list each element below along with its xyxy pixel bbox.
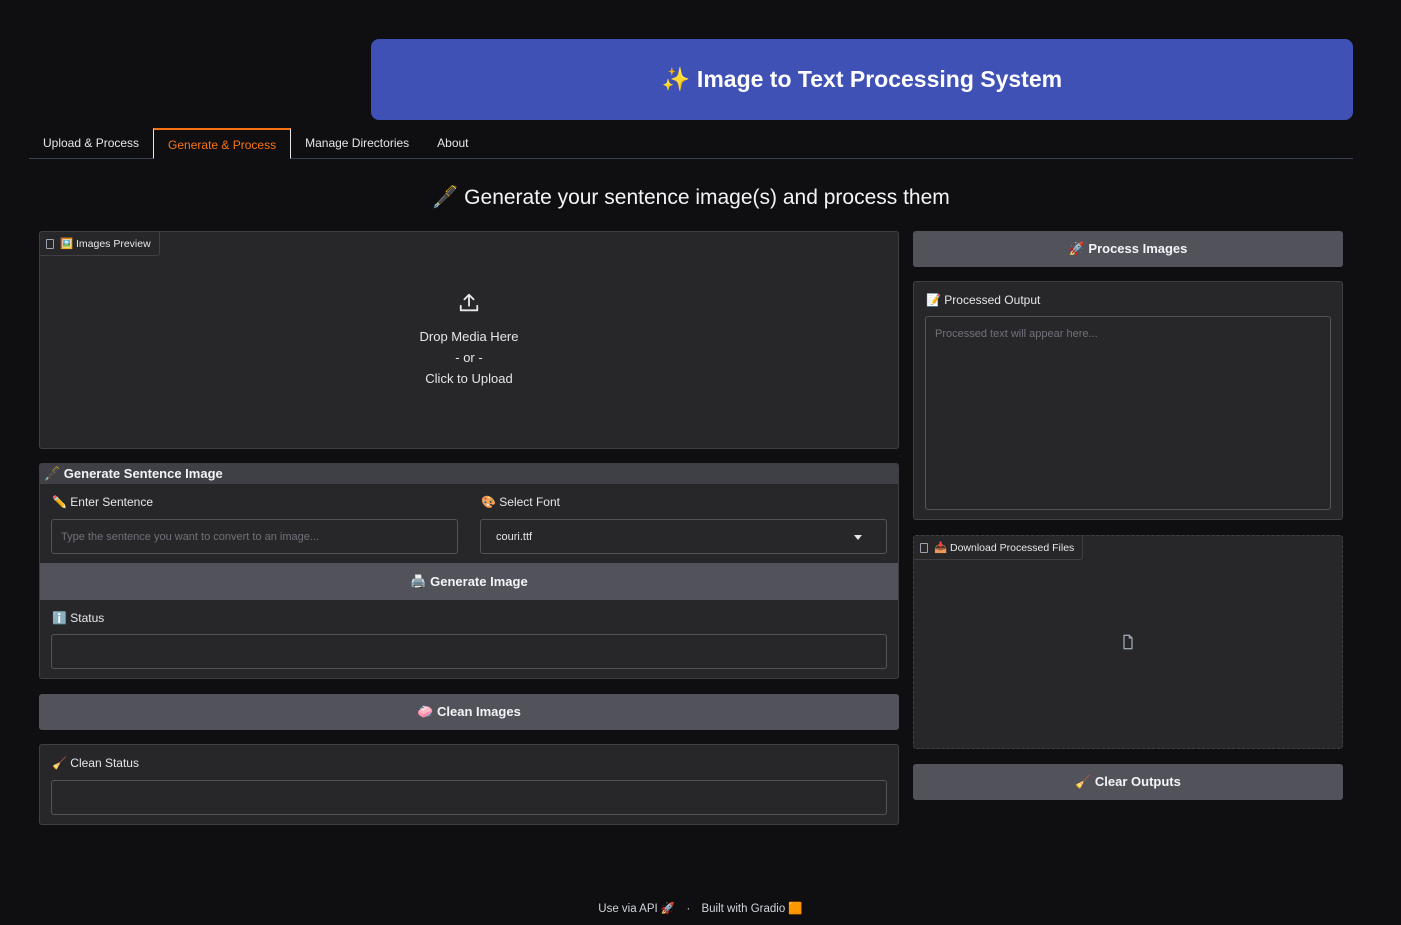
footer: Use via API 🚀 · Built with Gradio 🟧 [0, 901, 1401, 915]
chevron-down-icon [854, 535, 862, 540]
images-preview-label: 🖼️ Images Preview [60, 238, 151, 250]
app-title: ✨ Image to Text Processing System [661, 66, 1063, 92]
use-via-api-link[interactable]: Use via API 🚀 [598, 903, 675, 915]
generate-sentence-header: 🖋️ Generate Sentence Image [40, 464, 898, 484]
processed-output-textarea[interactable]: Processed text will appear here... [925, 316, 1331, 510]
clean-status-panel: 🧹 Clean Status [39, 744, 899, 825]
processed-output-panel: 📝 Processed Output Processed text will a… [913, 281, 1343, 520]
select-font-label: 🎨 Select Font [481, 495, 560, 509]
click-upload-text: Click to Upload [425, 371, 513, 386]
tab-bar: Upload & Process Generate & Process Mana… [29, 128, 1353, 159]
or-text: - or - [455, 350, 483, 365]
drop-media-text: Drop Media Here [419, 329, 519, 344]
tab-upload-process[interactable]: Upload & Process [29, 128, 153, 159]
tab-about[interactable]: About [423, 128, 482, 159]
font-select-value: couri.ttf [496, 530, 533, 543]
download-label: 📥 Download Processed Files [934, 542, 1075, 554]
processed-output-label: 📝 Processed Output [926, 293, 1041, 307]
clear-outputs-button[interactable]: 🧹 Clear Outputs [913, 764, 1343, 800]
status-label: ℹ️ Status [52, 611, 105, 625]
page-subtitle: 🖋️ Generate your sentence image(s) and p… [432, 186, 950, 209]
status-field[interactable] [51, 634, 887, 669]
generate-image-button[interactable]: 🖨️ Generate Image [40, 563, 898, 600]
built-with-gradio-link[interactable]: Built with Gradio 🟧 [701, 903, 802, 915]
tab-generate-process[interactable]: Generate & Process [153, 128, 292, 159]
download-files-dropzone[interactable]: 📥 Download Processed Files [913, 535, 1343, 749]
download-label-chip: 📥 Download Processed Files [914, 536, 1084, 560]
file-placeholder-icon [1123, 634, 1133, 650]
images-preview-label-chip: 🖼️ Images Preview [40, 232, 160, 256]
images-preview-dropzone[interactable]: 🖼️ Images Preview Drop Media Here - or -… [39, 231, 899, 449]
upload-zone[interactable]: Drop Media Here - or - Click to Upload [40, 292, 898, 389]
sentence-input[interactable]: Type the sentence you want to convert to… [51, 519, 458, 554]
clean-status-label: 🧹 Clean Status [52, 756, 139, 770]
upload-icon [459, 293, 479, 312]
processed-output-placeholder: Processed text will appear here... [935, 328, 1098, 340]
generate-sentence-panel: 🖋️ Generate Sentence Image ✏️ Enter Sent… [39, 463, 899, 679]
clean-status-field[interactable] [51, 780, 887, 815]
footer-separator: · [686, 903, 691, 915]
process-images-button[interactable]: 🚀 Process Images [913, 231, 1343, 267]
sentence-input-placeholder: Type the sentence you want to convert to… [61, 530, 320, 543]
app-title-banner: ✨ Image to Text Processing System [371, 39, 1353, 120]
enter-sentence-label: ✏️ Enter Sentence [52, 495, 153, 509]
tab-manage-directories[interactable]: Manage Directories [291, 128, 423, 159]
file-icon [920, 542, 928, 553]
font-select[interactable]: couri.ttf [480, 519, 887, 554]
clean-images-button[interactable]: 🧼 Clean Images [39, 694, 899, 730]
file-icon [46, 238, 54, 249]
